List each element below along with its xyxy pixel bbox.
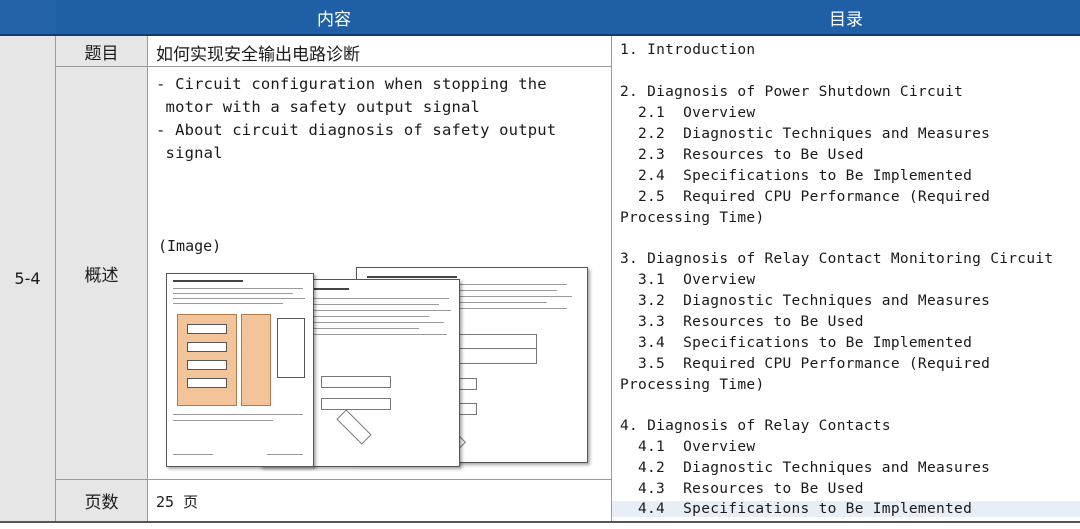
toc-line: Processing Time) [620,210,765,226]
title-cell: 如何实现安全输出电路诊断 [148,36,612,66]
toc-line: 4.1 Overview [638,439,756,455]
title-value: 如何实现安全输出电路诊断 [156,45,360,65]
title-label: 题目 [56,36,148,66]
toc-line: 2.2 Diagnostic Techniques and Measures [638,126,991,142]
table-bottom-border [0,521,1080,523]
toc-line: 3.1 Overview [638,272,756,288]
toc-line: 4.4 Specifications to Be Implemented [612,501,1080,517]
toc-line: 4.2 Diagnostic Techniques and Measures [638,460,991,476]
toc-line: 2. Diagnosis of Power Shutdown Circuit [620,84,964,100]
toc-line: 2.5 Required CPU Performance (Required [638,189,991,205]
document-table: 内容 目录 5-4 题目 如何实现安全输出电路诊断 概述 - Circuit c… [0,0,1080,529]
toc-line: Processing Time) [620,377,765,393]
toc-line: 3.4 Specifications to Be Implemented [638,335,973,351]
header-content: 内容 [56,0,612,34]
document-thumbnail-1 [166,273,314,467]
table-of-contents: 1. Introduction 2. Diagnosis of Power Sh… [612,36,1080,521]
toc-line: 2.1 Overview [638,105,756,121]
toc-line: 3.2 Diagnostic Techniques and Measures [638,293,991,309]
header-toc: 目录 [612,0,1080,34]
pages-label: 页数 [56,480,148,521]
pages-cell: 25 页 [148,480,612,521]
toc-line: 1. Introduction [620,42,756,58]
toc-line: 2.3 Resources to Be Used [638,147,864,163]
row-id: 5-4 [0,36,56,521]
summary-text: - Circuit configuration when stopping th… [156,75,557,162]
image-label: (Image) [158,237,222,255]
summary-cell: - Circuit configuration when stopping th… [148,67,612,479]
toc-line: 3. Diagnosis of Relay Contact Monitoring… [620,251,1054,267]
toc-line: 3.3 Resources to Be Used [638,314,864,330]
summary-label: 概述 [56,67,148,479]
toc-line: 3.5 Required CPU Performance (Required [638,356,991,372]
pages-value: 25 页 [156,493,199,511]
toc-line: 4.3 Resources to Be Used [638,481,864,497]
toc-line: 2.4 Specifications to Be Implemented [638,168,973,184]
toc-line: 4. Diagnosis of Relay Contacts [620,418,891,434]
header-id-cell [0,0,56,34]
